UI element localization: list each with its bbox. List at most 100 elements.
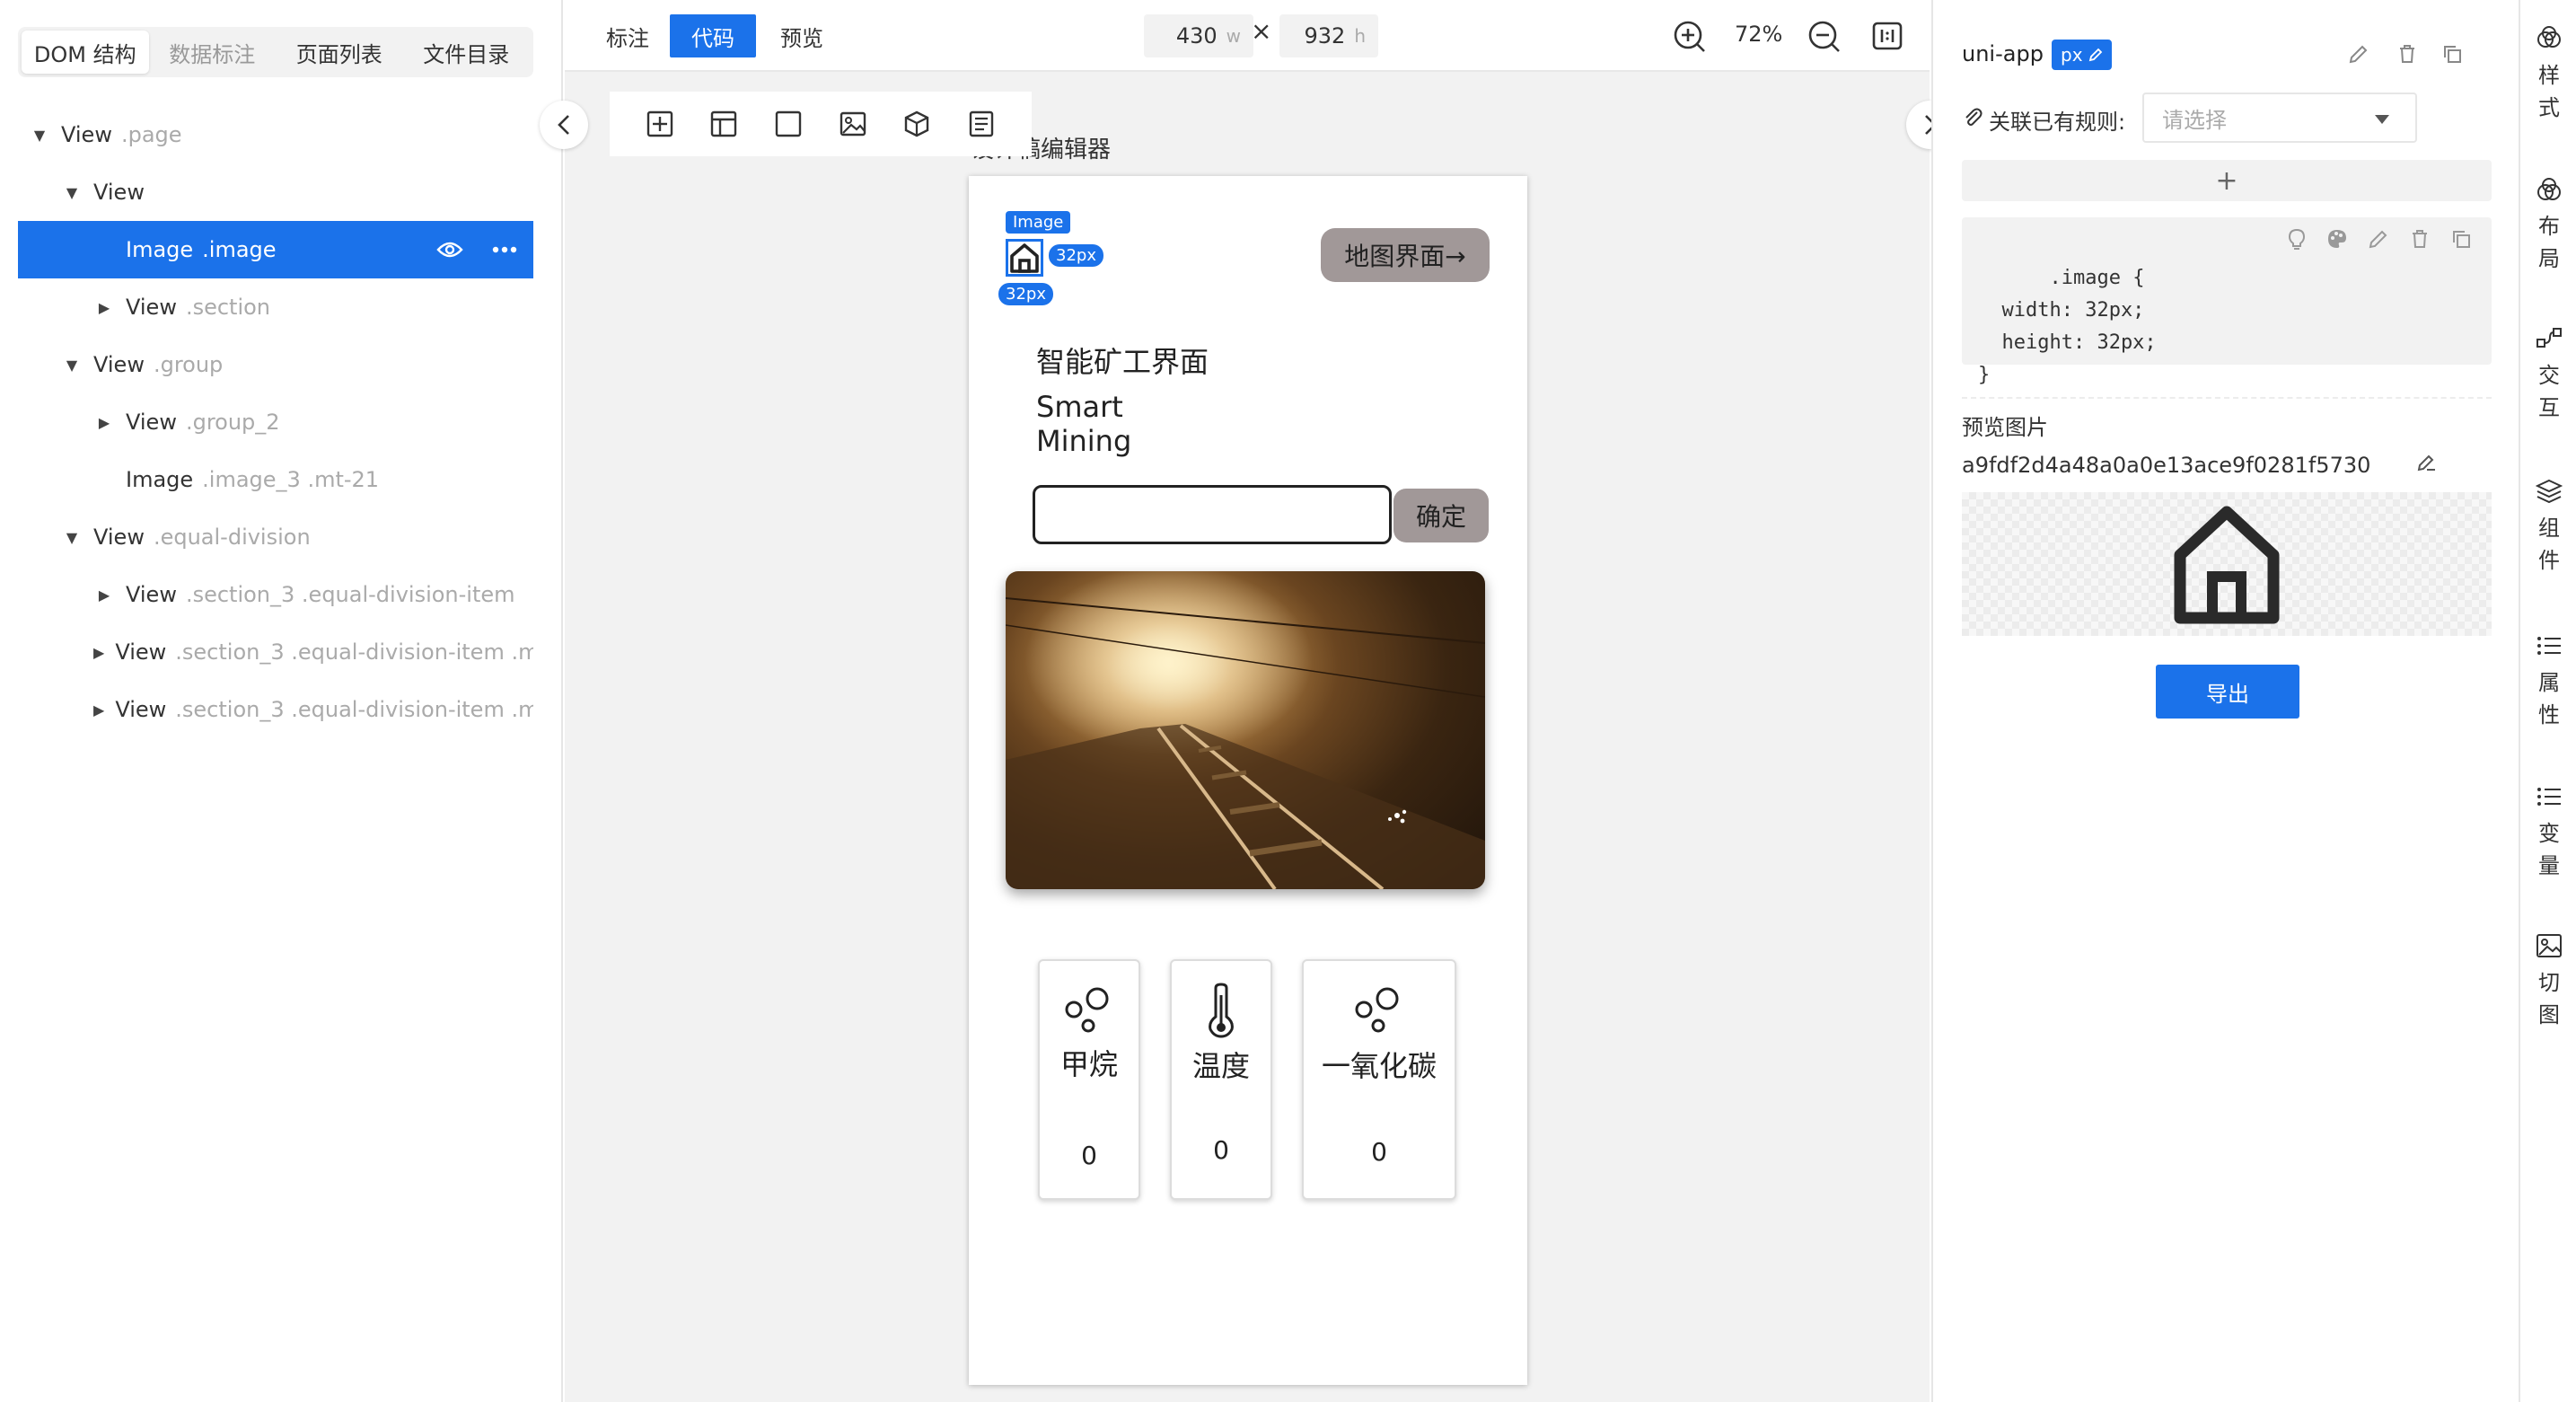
related-rule-label: 关联已有规则: [1989, 110, 2126, 135]
delete-icon[interactable] [2409, 228, 2431, 250]
tree-node[interactable]: ▶ View .section_3 .equal-division-item .… [18, 681, 533, 738]
tree-node-tag: Image [126, 467, 194, 492]
strip-char: 交 [2538, 363, 2560, 388]
tab-dom-structure[interactable]: DOM 结构 [22, 31, 149, 74]
home-icon [1010, 243, 1039, 273]
sensor-card-temperature: 温度 0 [1170, 959, 1272, 1200]
rule-select[interactable]: 请选择 [2142, 93, 2417, 143]
caret-down-icon[interactable]: ▼ [61, 529, 83, 546]
caret-right-icon[interactable]: ▶ [93, 414, 115, 431]
sensor-label: 温度 [1191, 1049, 1250, 1083]
tree-node[interactable]: ▼ View [18, 163, 533, 221]
mode-annotate[interactable]: 标注 [590, 14, 665, 57]
tree-node[interactable]: Image .image_3 .mt-21 [18, 451, 533, 508]
confirm-button[interactable]: 确定 [1394, 489, 1489, 542]
tab-file-directory[interactable]: 文件目录 [403, 31, 531, 74]
section-divider [1962, 397, 2492, 399]
tree-node[interactable]: ▶ View .section_3 .equal-division-item .… [18, 623, 533, 681]
edit-icon[interactable] [2368, 228, 2389, 250]
sensor-value: 0 [1371, 1137, 1387, 1167]
tab-data-annotation[interactable]: 数据标注 [149, 31, 277, 74]
strip-item-layout[interactable]: 布 局 [2520, 176, 2576, 275]
unit-badge[interactable]: px [2052, 40, 2112, 70]
strip-item-interaction[interactable]: 交 互 [2520, 325, 2576, 424]
strip-item-variable[interactable]: 变 量 [2520, 783, 2576, 882]
gas-bubbles-icon [1355, 987, 1399, 1033]
strip-char: 属 [2538, 670, 2560, 695]
tree-node-class: .section_3 .equal-division-item .ml- [175, 697, 533, 722]
strip-item-component[interactable]: 组 件 [2520, 478, 2576, 577]
more-icon[interactable] [492, 246, 517, 253]
right-panel: uni-app px 关联已有规则: 请选择 + .image { width:… [1931, 0, 2519, 1402]
page-heading: 智能矿工界面 [1036, 345, 1209, 379]
tree-node[interactable]: ▼ View .equal-division [18, 508, 533, 566]
eye-icon[interactable] [436, 241, 463, 259]
image-icon[interactable] [839, 110, 867, 138]
actual-size-icon[interactable] [1872, 22, 1903, 50]
tree-node[interactable]: ▶ View .section [18, 278, 533, 336]
strip-char: 组 [2538, 516, 2560, 541]
tree-node-tag: View [93, 525, 145, 550]
caret-down-icon[interactable]: ▼ [61, 357, 83, 374]
tree-node[interactable]: ▼ View .group [18, 336, 533, 393]
delete-icon[interactable] [2396, 43, 2418, 65]
lightbulb-icon[interactable] [2287, 228, 2307, 250]
selection-type-tag: Image [1006, 211, 1071, 234]
zoom-in-icon[interactable] [1673, 20, 1707, 54]
subtitle-line-2: Mining [1036, 424, 1132, 458]
caret-right-icon[interactable]: ▶ [93, 701, 104, 719]
edit-icon[interactable] [2348, 43, 2369, 65]
style-icon [2537, 26, 2561, 48]
code-actions [2287, 228, 2472, 250]
strip-item-property[interactable]: 属 性 [2520, 632, 2576, 731]
caret-right-icon[interactable]: ▶ [93, 644, 104, 661]
caret-right-icon[interactable]: ▶ [93, 586, 115, 604]
tree-node-tag: View [115, 697, 167, 722]
property-icon [2537, 637, 2561, 655]
dom-tree: ▼ View .page ▼ View Image .image ▶ View [18, 106, 533, 738]
slice-icon [2536, 934, 2562, 957]
tree-node-class: .page [120, 122, 182, 147]
text-block-icon[interactable] [967, 110, 996, 138]
tree-node[interactable]: ▼ View .page [18, 106, 533, 163]
copy-icon[interactable] [2450, 228, 2472, 250]
selected-image[interactable] [1006, 239, 1043, 277]
mode-preview[interactable]: 预览 [764, 14, 840, 57]
caret-right-icon[interactable]: ▶ [93, 299, 115, 316]
tab-page-list[interactable]: 页面列表 [276, 31, 403, 74]
side-strip: 样 式 布 局 交 互 组 件 属 性 变 量 切 图 [2519, 0, 2576, 1402]
palette-icon[interactable] [2326, 228, 2348, 250]
rename-icon[interactable] [2416, 451, 2438, 472]
frame-icon[interactable] [646, 110, 674, 138]
tree-node[interactable]: ▶ View .section_3 .equal-division-item [18, 566, 533, 623]
height-input[interactable]: 932 h [1279, 14, 1378, 57]
add-rule-button[interactable]: + [1962, 160, 2492, 201]
collapse-left-button[interactable] [540, 101, 588, 149]
height-value: 932 [1304, 23, 1346, 48]
width-input[interactable]: 430 w [1144, 14, 1253, 57]
image-hash: a9fdf2d4a48a0a0e13ace9f0281f5730 [1962, 453, 2371, 478]
zoom-out-icon[interactable] [1807, 20, 1842, 54]
tree-node-selected[interactable]: Image .image [18, 221, 533, 278]
component-cube-icon[interactable] [902, 110, 931, 138]
map-view-button[interactable]: 地图界面→ [1321, 228, 1490, 282]
rectangle-icon[interactable] [774, 110, 803, 138]
caret-down-icon[interactable]: ▼ [61, 184, 83, 201]
sensor-value: 0 [1213, 1135, 1229, 1165]
copy-icon[interactable] [2441, 43, 2463, 65]
tree-node[interactable]: ▶ View .group_2 [18, 393, 533, 451]
strip-item-style[interactable]: 样 式 [2520, 25, 2576, 124]
tree-node-class: .equal-division [153, 525, 311, 550]
strip-item-slice[interactable]: 切 图 [2520, 932, 2576, 1031]
paperclip-icon [1965, 108, 1983, 126]
preview-image-box [1962, 492, 2492, 636]
mode-code[interactable]: 代码 [670, 14, 756, 57]
phone-text-input[interactable] [1033, 485, 1392, 544]
tree-node-class: .section [185, 295, 271, 320]
layout-grid-icon[interactable] [709, 110, 738, 138]
app-root: DOM 结构 数据标注 页面列表 文件目录 ▼ View .page ▼ Vie… [0, 0, 2576, 1402]
caret-down-icon[interactable]: ▼ [29, 127, 50, 144]
tree-node-tag: Image [126, 237, 194, 262]
export-button[interactable]: 导出 [2156, 665, 2299, 719]
component-icon [2536, 479, 2563, 504]
